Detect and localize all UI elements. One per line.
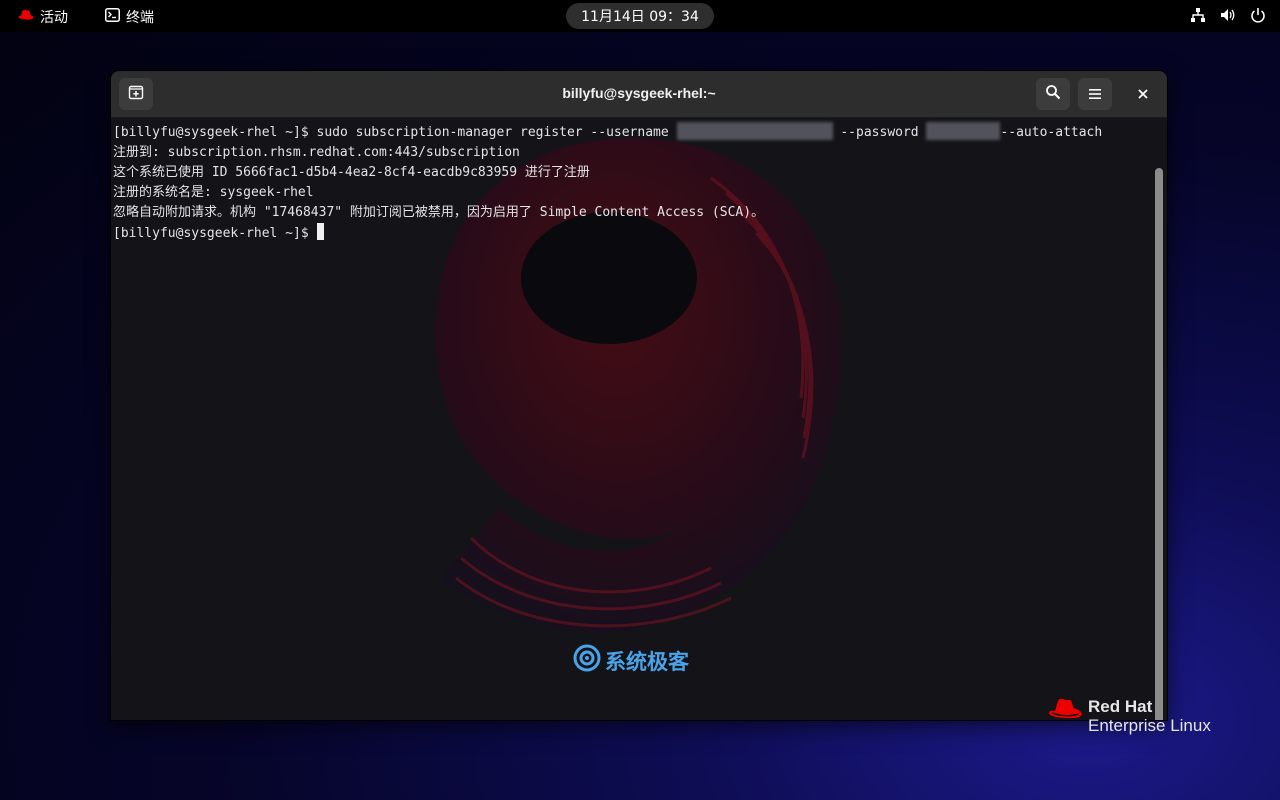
main-menu-button[interactable] xyxy=(1078,78,1112,110)
watermark: 系统极客 xyxy=(573,644,689,677)
volume-icon xyxy=(1220,7,1236,23)
redhat-icon xyxy=(18,9,34,25)
sysgeek-logo-icon xyxy=(573,644,601,677)
output-line-registered-to: 注册到: subscription.rhsm.redhat.com:443/su… xyxy=(113,145,520,160)
activities-button[interactable]: 活动 xyxy=(18,7,68,27)
app-menu[interactable]: 终端 xyxy=(105,7,154,27)
auto-attach-flag: --auto-attach xyxy=(1000,125,1103,140)
password-flag: --password xyxy=(832,125,927,140)
product-name: Enterprise Linux xyxy=(1088,716,1211,735)
output-line-system-id: 这个系统已使用 ID 5666fac1-d5b4-4ea2-8cf4-eacdb… xyxy=(113,165,590,180)
search-button[interactable] xyxy=(1036,78,1070,110)
app-menu-label: 终端 xyxy=(126,10,154,26)
shell-prompt: [billyfu@sysgeek-rhel ~]$ xyxy=(113,226,317,241)
redacted-password xyxy=(926,122,1001,140)
close-icon xyxy=(1137,85,1149,104)
rhel-logo: Red Hat Enterprise Linux xyxy=(1048,697,1211,735)
brand-name: Red Hat xyxy=(1088,697,1153,716)
output-line-sca-notice: 忽略自动附加请求。机构 "17468437" 附加订阅已被禁用，因为启用了 Si… xyxy=(113,205,765,220)
network-icon xyxy=(1190,7,1206,23)
watermark-text: 系统极客 xyxy=(605,649,689,674)
hamburger-menu-icon xyxy=(1088,85,1102,104)
system-menu[interactable] xyxy=(1190,7,1266,23)
scrollbar[interactable] xyxy=(1155,168,1163,720)
terminal-window[interactable]: billyfu@sysgeek-rhel:~ [billyfu@sysgeek-… xyxy=(111,71,1167,720)
terminal-app-icon xyxy=(105,8,120,26)
close-button[interactable] xyxy=(1126,78,1160,110)
terminal-area[interactable]: [billyfu@sysgeek-rhel ~]$ sudo subscript… xyxy=(111,118,1167,720)
terminal-output: [billyfu@sysgeek-rhel ~]$ sudo subscript… xyxy=(113,122,1102,244)
output-line-system-name: 注册的系统名是: sysgeek-rhel xyxy=(113,185,314,200)
power-icon xyxy=(1250,7,1266,23)
search-icon xyxy=(1045,84,1061,104)
redhat-hat-icon xyxy=(1048,697,1084,727)
command-line: [billyfu@sysgeek-rhel ~]$ sudo subscript… xyxy=(113,125,677,140)
activities-label: 活动 xyxy=(40,10,68,26)
clock-label: 11月14日 09：34 xyxy=(581,9,699,25)
clock-button[interactable]: 11月14日 09：34 xyxy=(566,3,714,29)
header-bar[interactable]: billyfu@sysgeek-rhel:~ xyxy=(111,71,1167,118)
top-bar: 活动 终端 11月14日 09：34 xyxy=(0,0,1280,32)
window-title: billyfu@sysgeek-rhel:~ xyxy=(562,85,716,101)
redacted-username xyxy=(676,122,833,140)
text-cursor xyxy=(316,223,324,240)
